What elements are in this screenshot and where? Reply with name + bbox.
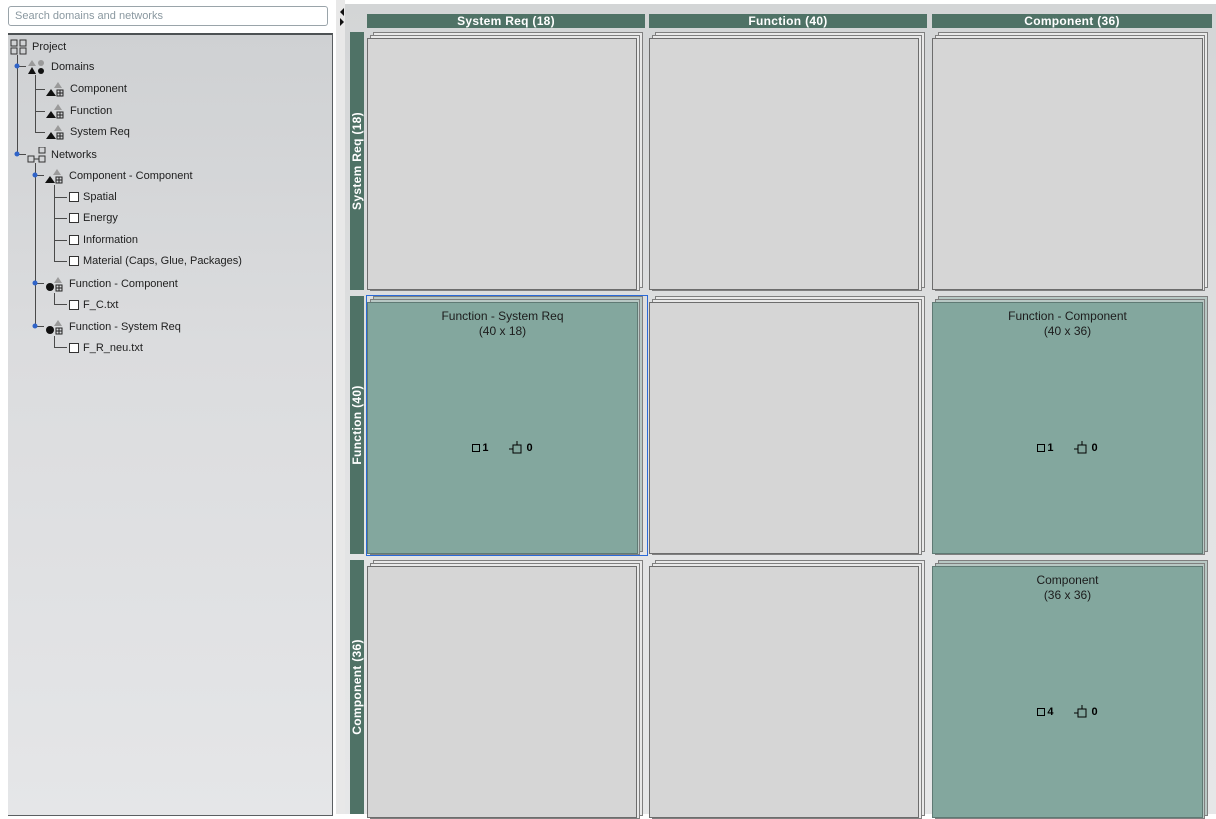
domain-icon: [46, 125, 64, 140]
dsm-matrix: System Req (18) Function (40) Component …: [345, 4, 1216, 819]
search-input[interactable]: [8, 6, 328, 26]
tree-item-networks[interactable]: Networks: [27, 146, 97, 164]
tree-item-label: Function: [70, 105, 113, 117]
checkbox[interactable]: [69, 192, 79, 202]
expand-toggle-icon[interactable]: [30, 170, 40, 180]
domain-icon: [46, 104, 64, 119]
edge-count-icon: [1073, 441, 1086, 454]
tree-item-function[interactable]: Function: [46, 102, 112, 120]
tree-item-network-function-component[interactable]: Function - Component: [45, 275, 178, 293]
tree-item-material[interactable]: Material (Caps, Glue, Packages): [69, 252, 242, 270]
expand-toggle-icon[interactable]: [30, 321, 40, 331]
tree-item-label: Component - Component: [69, 170, 193, 182]
splitter[interactable]: [336, 0, 345, 814]
node-count: 1: [1047, 442, 1054, 454]
checkbox[interactable]: [69, 256, 79, 266]
network-icon: [46, 320, 63, 335]
tree-item-label: Function - System Req: [69, 321, 181, 333]
matrix-cell-empty[interactable]: [649, 560, 926, 819]
cell-title-text: Function - Component: [1008, 309, 1127, 323]
network-icon: [46, 277, 63, 292]
tree-item-label: F_R_neu.txt: [83, 342, 143, 354]
column-header[interactable]: Function (40): [649, 14, 927, 28]
cell-stats: 1 0: [933, 441, 1202, 455]
matrix-cell-empty[interactable]: [367, 560, 644, 819]
node-count-icon: [1037, 708, 1046, 716]
tree-item-label: F_C.txt: [83, 299, 119, 311]
node-count-icon: [472, 444, 481, 452]
cell-title: Component (36 x 36): [933, 573, 1202, 603]
row-header-label: System Req (18): [350, 112, 364, 210]
edge-count: 0: [1091, 706, 1098, 718]
cell-title-text: Function - System Req: [441, 309, 564, 323]
matrix-cell-empty[interactable]: [367, 32, 644, 291]
tree-item-spatial[interactable]: Spatial: [69, 188, 117, 206]
edge-count-icon: [1073, 705, 1086, 718]
tree-item-system-req[interactable]: System Req: [46, 123, 130, 141]
domain-icon: [46, 82, 64, 97]
tree-item-label: Information: [83, 234, 139, 246]
networks-icon: [27, 147, 46, 163]
tree-item-label: Domains: [51, 61, 95, 73]
row-header[interactable]: Function (40): [350, 296, 364, 554]
tree-item-project[interactable]: Project: [10, 38, 66, 56]
edge-count: 0: [1091, 442, 1098, 454]
column-header[interactable]: Component (36): [932, 14, 1212, 28]
tree-item-label: Function - Component: [69, 278, 178, 290]
node-count: 4: [1047, 706, 1054, 718]
tree-item-network-function-system-req[interactable]: Function - System Req: [45, 318, 181, 336]
tree-item-network-component-component[interactable]: Component - Component: [45, 167, 193, 185]
left-panel: Project Domains Component Functi: [0, 0, 336, 816]
cell-dims: (40 x 36): [1043, 324, 1092, 338]
tree-item-label: Energy: [83, 212, 118, 224]
matrix-cell-component[interactable]: Component (36 x 36) 4 0: [932, 560, 1210, 819]
expand-toggle-icon[interactable]: [12, 149, 22, 159]
tree-item-label: Component: [70, 83, 127, 95]
cell-title: Function - System Req (40 x 18): [368, 309, 637, 339]
matrix-cell-empty[interactable]: [649, 32, 926, 291]
row-header[interactable]: System Req (18): [350, 32, 364, 290]
checkbox[interactable]: [69, 343, 79, 353]
cell-title-text: Component: [1036, 573, 1099, 587]
tree-item-component[interactable]: Component: [46, 80, 127, 98]
tree-item-label: System Req: [70, 126, 130, 138]
tree-item-label: Material (Caps, Glue, Packages): [83, 255, 242, 267]
tree-item-label: Spatial: [83, 191, 117, 203]
tree-item-domains[interactable]: Domains: [27, 58, 94, 76]
edge-count-icon: [508, 441, 521, 454]
project-icon: [10, 39, 27, 55]
tree-item-information[interactable]: Information: [69, 231, 138, 249]
tree-item-file-fc[interactable]: F_C.txt: [69, 296, 118, 314]
cell-stats: 4 0: [933, 705, 1202, 719]
matrix-cell-function-component[interactable]: Function - Component (40 x 36) 1 0: [932, 296, 1210, 555]
tree-item-energy[interactable]: Energy: [69, 209, 118, 227]
search-box: [8, 6, 328, 26]
network-icon: [45, 169, 63, 184]
matrix-cell-function-system-req[interactable]: Function - System Req (40 x 18) 1 0: [366, 295, 648, 556]
cell-dims: (36 x 36): [1043, 588, 1092, 602]
tree-item-label: Networks: [51, 149, 97, 161]
checkbox[interactable]: [69, 213, 79, 223]
cell-title: Function - Component (40 x 36): [933, 309, 1202, 339]
domain-network-tree: Project Domains Component Function Syste…: [8, 33, 333, 816]
tree-item-label: Project: [32, 41, 67, 53]
tree-item-file-fr[interactable]: F_R_neu.txt: [69, 339, 143, 357]
node-count-icon: [1037, 444, 1046, 452]
column-header[interactable]: System Req (18): [367, 14, 645, 28]
domains-icon: [28, 60, 44, 74]
checkbox[interactable]: [69, 235, 79, 245]
edge-count: 0: [526, 442, 533, 454]
checkbox[interactable]: [69, 300, 79, 310]
row-header[interactable]: Component (36): [350, 560, 364, 814]
row-header-label: Component (36): [350, 639, 364, 735]
cell-dims: (40 x 18): [478, 324, 527, 338]
expand-toggle-icon[interactable]: [12, 61, 22, 71]
node-count: 1: [482, 442, 489, 454]
matrix-cell-empty[interactable]: [932, 32, 1210, 291]
matrix-cell-empty[interactable]: [649, 296, 926, 555]
expand-toggle-icon[interactable]: [30, 278, 40, 288]
cell-stats: 1 0: [368, 441, 637, 455]
row-header-label: Function (40): [350, 385, 364, 465]
